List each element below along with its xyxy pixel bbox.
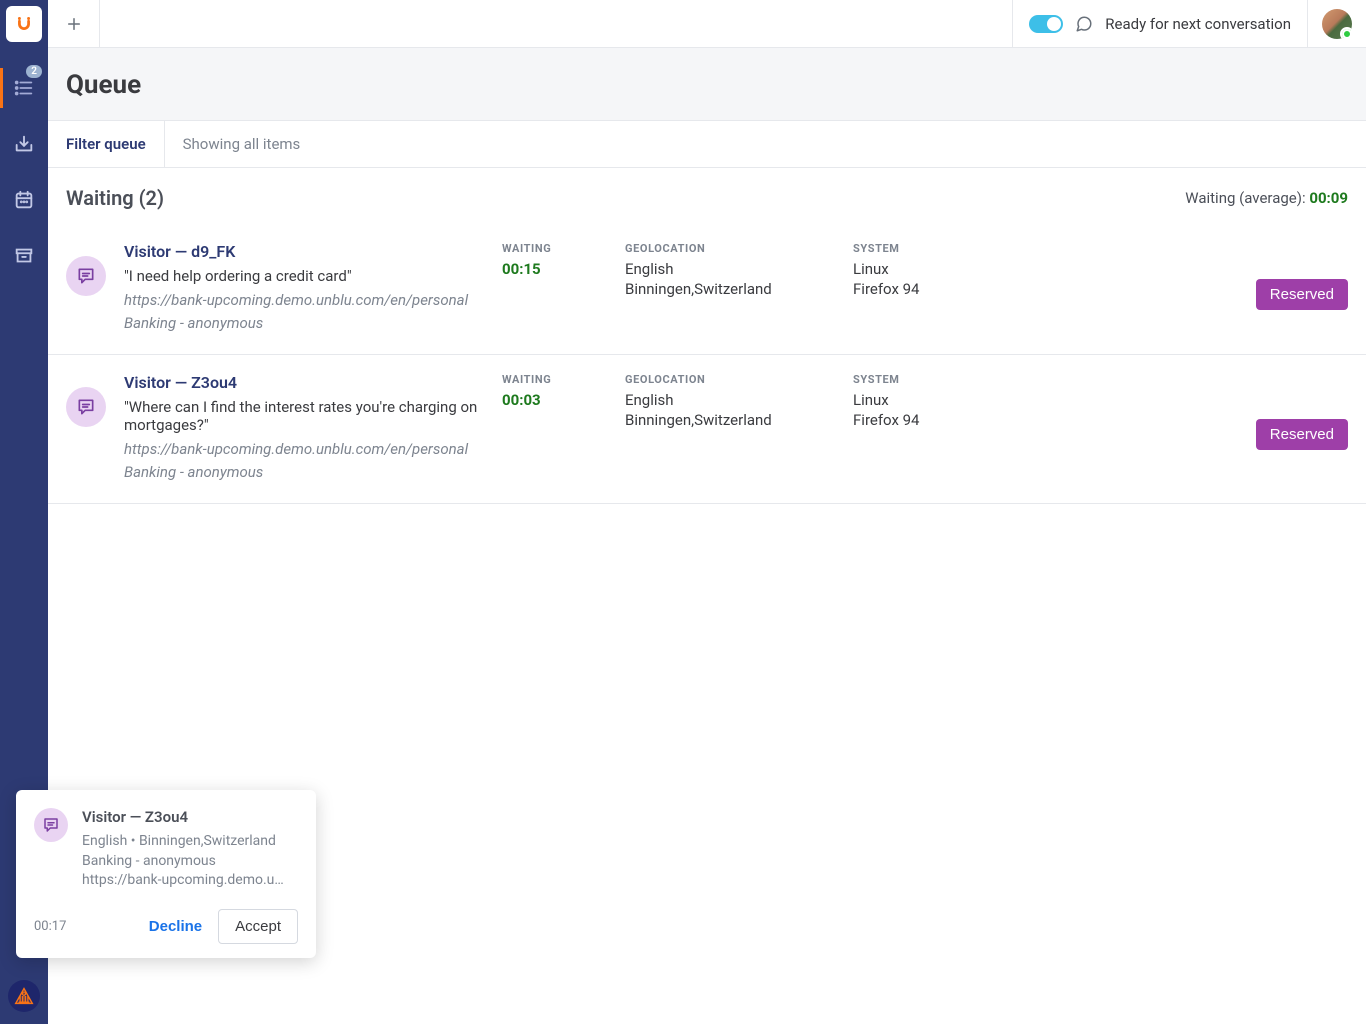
bottom-indicator-icon[interactable]: $ (8, 980, 40, 1012)
tab-filter-queue[interactable]: Filter queue (48, 121, 165, 167)
col-system-label: SYSTEM (853, 242, 1013, 255)
geo-loc: Binningen,Switzerland (625, 410, 835, 430)
ready-toggle[interactable] (1029, 15, 1063, 33)
toast-timer: 00:17 (34, 919, 66, 934)
ready-status-box: Ready for next conversation (1012, 0, 1307, 47)
sys-browser: Firefox 94 (853, 279, 1013, 299)
avatar-container (1307, 0, 1366, 47)
visitor-url: https://bank-upcoming.demo.unblu.com/en/… (124, 289, 484, 334)
col-geo-label: GEOLOCATION (625, 373, 835, 386)
waiting-time: 00:15 (502, 259, 607, 279)
ready-status-text: Ready for next conversation (1105, 15, 1291, 33)
incoming-toast: Visitor — Z3ou4 English • Binningen,Swit… (16, 790, 316, 958)
tab-row: Filter queue Showing all items (48, 120, 1366, 168)
accept-button[interactable]: Accept (218, 909, 298, 944)
col-waiting-label: WAITING (502, 242, 607, 255)
geo-loc: Binningen,Switzerland (625, 279, 835, 299)
toast-line: English • Binningen,Switzerland (82, 832, 284, 852)
queue-row[interactable]: Visitor — Z3ou4 "Where can I find the in… (48, 355, 1366, 504)
visitor-message: "I need help ordering a credit card" (124, 267, 484, 285)
col-system-label: SYSTEM (853, 373, 1013, 386)
tab-showing-all: Showing all items (165, 121, 319, 167)
visitor-url: https://bank-upcoming.demo.unblu.com/en/… (124, 438, 484, 483)
sys-os: Linux (853, 259, 1013, 279)
col-geo-label: GEOLOCATION (625, 242, 835, 255)
sys-os: Linux (853, 390, 1013, 410)
app-logo[interactable] (6, 6, 42, 42)
waiting-title: Waiting (2) (66, 186, 164, 210)
visitor-title: Visitor — Z3ou4 (124, 373, 484, 392)
geo-lang: English (625, 390, 835, 410)
reserved-button[interactable]: Reserved (1256, 419, 1348, 450)
toast-line: Banking - anonymous (82, 852, 284, 872)
decline-button[interactable]: Decline (149, 918, 202, 935)
chat-icon (66, 256, 106, 296)
nav-archive-icon[interactable] (0, 240, 48, 272)
header: Ready for next conversation (48, 0, 1366, 48)
geo-lang: English (625, 259, 835, 279)
presence-dot (1342, 29, 1352, 39)
toast-line: https://bank-upcoming.demo.u… (82, 871, 284, 891)
nav-queue-icon[interactable]: 2 (0, 72, 48, 104)
waiting-time: 00:03 (502, 390, 607, 410)
waiting-average: Waiting (average): 00:09 (1185, 189, 1348, 207)
nav-calendar-icon[interactable] (0, 184, 48, 216)
queue-list: Visitor — d9_FK "I need help ordering a … (48, 224, 1366, 504)
chat-icon (34, 808, 68, 842)
chat-bubble-icon (1075, 15, 1093, 33)
queue-badge: 2 (26, 65, 42, 78)
col-waiting-label: WAITING (502, 373, 607, 386)
sys-browser: Firefox 94 (853, 410, 1013, 430)
page-title: Queue (48, 48, 1366, 120)
chat-icon (66, 387, 106, 427)
visitor-message: "Where can I find the interest rates you… (124, 398, 484, 434)
nav-inbox-icon[interactable] (0, 128, 48, 160)
queue-row[interactable]: Visitor — d9_FK "I need help ordering a … (48, 224, 1366, 355)
waiting-header: Waiting (2) Waiting (average): 00:09 (48, 168, 1366, 224)
visitor-title: Visitor — d9_FK (124, 242, 484, 261)
reserved-button[interactable]: Reserved (1256, 279, 1348, 310)
new-tab-button[interactable] (48, 0, 100, 47)
toast-title: Visitor — Z3ou4 (82, 808, 284, 826)
